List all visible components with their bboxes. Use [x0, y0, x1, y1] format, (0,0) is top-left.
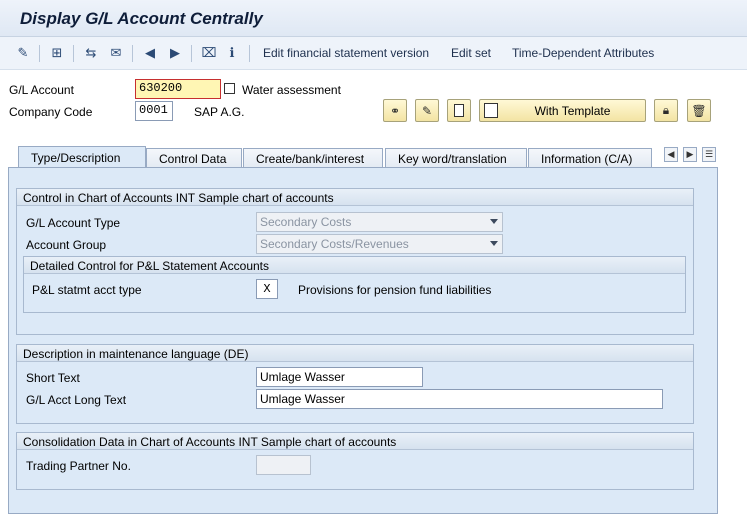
info-icon[interactable]: ℹ [223, 44, 241, 62]
edit-button[interactable]: ✎ [415, 99, 439, 122]
dropdown-arrow-icon [490, 219, 498, 224]
display-change-button[interactable]: ⚭ [383, 99, 407, 122]
gl-account-input[interactable]: 630200 [135, 79, 221, 99]
control-group: Control in Chart of Accounts INT Sample … [16, 188, 694, 335]
trading-partner-label: Trading Partner No. [26, 459, 131, 473]
edit-set-link[interactable]: Edit set [451, 46, 491, 60]
gl-account-description: Water assessment [242, 83, 341, 97]
tab-scroll-right-icon[interactable]: ▶ [683, 147, 697, 162]
company-name: SAP A.G. [194, 105, 245, 119]
pl-type-description: Provisions for pension fund liabilities [298, 283, 492, 297]
gl-account-label: G/L Account [9, 83, 74, 97]
toolbar-separator [191, 45, 192, 62]
tab-content: Control in Chart of Accounts INT Sample … [8, 167, 718, 514]
other-account-icon[interactable]: ⇆ [82, 44, 100, 62]
tab-keyword-translation[interactable]: Key word/translation [385, 148, 527, 168]
toolbar-separator [39, 45, 40, 62]
trading-partner-input[interactable] [256, 455, 311, 475]
tab-scroll-left-icon[interactable]: ◀ [664, 147, 678, 162]
account-type-label: G/L Account Type [26, 216, 121, 230]
description-group: Description in maintenance language (DE)… [16, 344, 694, 424]
tab-create-bank-interest[interactable]: Create/bank/interest [243, 148, 383, 168]
document-icon [454, 104, 464, 117]
consolidation-group-title: Consolidation Data in Chart of Accounts … [17, 433, 693, 450]
previous-icon[interactable]: ◀ [141, 44, 159, 62]
company-code-label: Company Code [9, 105, 93, 119]
hierarchy-icon[interactable]: ⊞ [48, 44, 66, 62]
tab-information-ca[interactable]: Information (C/A) [528, 148, 652, 168]
edit-fs-version-link[interactable]: Edit financial statement version [263, 46, 429, 60]
dropdown-arrow-icon [490, 241, 498, 246]
account-group-value: Secondary Costs/Revenues [260, 237, 409, 251]
pl-type-label: P&L statmt acct type [32, 283, 142, 297]
description-group-title: Description in maintenance language (DE) [17, 345, 693, 362]
long-text-label: G/L Acct Long Text [26, 393, 127, 407]
change-mode-icon[interactable]: ✎ [14, 44, 32, 62]
trash-icon: 🗑︎ [691, 103, 707, 118]
lock-button[interactable]: 🔒︎ [654, 99, 678, 122]
account-type-value: Secondary Costs [260, 215, 352, 229]
account-type-dropdown[interactable]: Secondary Costs [256, 212, 503, 232]
long-text-input[interactable]: Umlage Wasser [256, 389, 663, 409]
short-text-input[interactable]: Umlage Wasser [256, 367, 423, 387]
delete-button[interactable]: 🗑︎ [687, 99, 711, 122]
pl-control-group: Detailed Control for P&L Statement Accou… [23, 256, 686, 313]
pl-control-group-title: Detailed Control for P&L Statement Accou… [24, 257, 685, 274]
window-title: Display G/L Account Centrally [20, 9, 263, 28]
pl-type-input[interactable]: X [256, 279, 278, 299]
title-bar: Display G/L Account Centrally [0, 0, 747, 37]
application-toolbar: ✎ ⊞ ⇆ ✉ ◀ ▶ ⌧ ℹ Edit financial statement… [0, 37, 747, 70]
copy-icon[interactable] [224, 83, 235, 94]
lock-icon: 🔒︎ [662, 103, 670, 117]
account-group-label: Account Group [26, 238, 107, 252]
time-dependent-attributes-link[interactable]: Time-Dependent Attributes [512, 46, 654, 60]
tab-list-icon[interactable]: ☰ [702, 147, 716, 162]
consolidation-group: Consolidation Data in Chart of Accounts … [16, 432, 694, 490]
with-template-label: With Template [534, 104, 611, 118]
create-button[interactable] [447, 99, 471, 122]
delete-filter-icon[interactable]: ⌧ [200, 44, 218, 62]
tab-strip: Type/Description Control Data Create/ban… [8, 146, 718, 168]
toolbar-separator [73, 45, 74, 62]
tab-control-data[interactable]: Control Data [146, 148, 242, 168]
mail-icon[interactable]: ✉ [107, 44, 125, 62]
company-code-input[interactable]: 0001 [135, 101, 173, 121]
account-group-dropdown[interactable]: Secondary Costs/Revenues [256, 234, 503, 254]
toolbar-separator [249, 45, 250, 62]
tab-type-description[interactable]: Type/Description [18, 146, 146, 168]
next-icon[interactable]: ▶ [166, 44, 184, 62]
pencil-icon: ✎ [421, 103, 433, 118]
glasses-icon: ⚭ [389, 103, 401, 118]
control-group-title: Control in Chart of Accounts INT Sample … [17, 189, 693, 206]
with-template-button[interactable]: With Template [479, 99, 646, 122]
toolbar-separator [132, 45, 133, 62]
short-text-label: Short Text [26, 371, 80, 385]
